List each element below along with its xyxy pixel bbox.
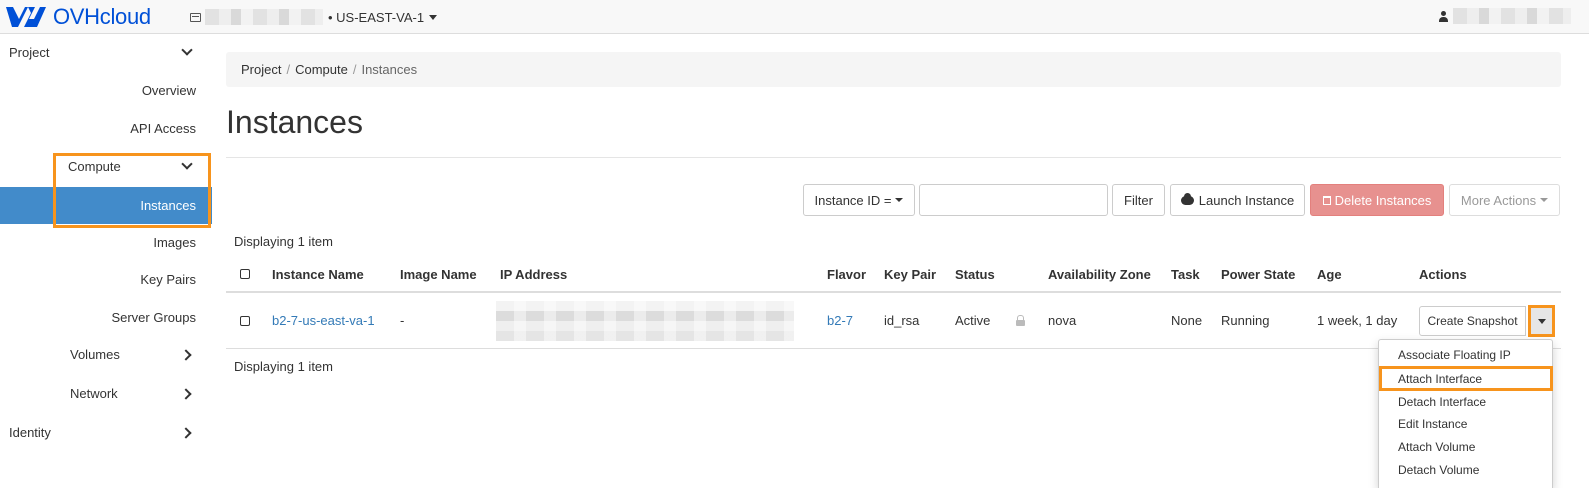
sidebar-item-label: Project xyxy=(9,45,50,60)
sidebar-item-label: Key Pairs xyxy=(140,272,196,287)
cloud-upload-icon xyxy=(1180,192,1194,205)
filter-field-label: Instance ID = xyxy=(814,192,892,208)
column-header-name[interactable]: Instance Name xyxy=(272,257,364,291)
column-header-status[interactable]: Status xyxy=(955,257,995,291)
status-cell: Active xyxy=(955,313,991,328)
caret-down-icon xyxy=(1540,198,1549,202)
flavor-link[interactable]: b2-7 xyxy=(827,293,853,348)
column-header-flavor[interactable]: Flavor xyxy=(827,257,866,291)
create-snapshot-label: Create Snapshot xyxy=(1427,314,1518,328)
sidebar-item-project[interactable]: Project xyxy=(0,34,212,71)
sidebar-item-server-groups[interactable]: Server Groups xyxy=(0,299,212,336)
user-icon xyxy=(1439,10,1448,22)
brand-name: OVHcloud xyxy=(53,4,151,29)
sidebar-item-label: Server Groups xyxy=(111,310,196,325)
sidebar-item-identity[interactable]: Identity xyxy=(0,414,212,451)
table-header: Instance Name Image Name IP Address Flav… xyxy=(226,257,1561,293)
column-header-ip[interactable]: IP Address xyxy=(500,257,567,291)
sidebar-item-label: Network xyxy=(70,386,118,401)
breadcrumb-current: Instances xyxy=(361,62,418,77)
trash-icon xyxy=(1322,195,1331,205)
item-count-bottom: Displaying 1 item xyxy=(234,359,333,374)
zone-cell: nova xyxy=(1048,313,1077,328)
sidebar-item-label: API Access xyxy=(130,121,196,136)
title-divider xyxy=(226,157,1561,158)
sidebar-item-images[interactable]: Images xyxy=(0,224,212,261)
sidebar-item-key-pairs[interactable]: Key Pairs xyxy=(0,261,212,298)
create-snapshot-button[interactable]: Create Snapshot xyxy=(1419,306,1526,336)
key-pair-cell: id_rsa xyxy=(884,313,920,328)
table-row: b2-7-us-east-va-1 - b2-7 id_rsa Active n… xyxy=(226,293,1561,349)
sidebar-item-label: Volumes xyxy=(70,347,120,362)
column-header-power[interactable]: Power State xyxy=(1221,257,1295,291)
image-name-cell: - xyxy=(400,313,405,328)
caret-down-icon xyxy=(429,14,438,20)
chevron-right-icon xyxy=(180,388,192,400)
chevron-right-icon xyxy=(180,349,192,361)
breadcrumb-separator: / xyxy=(286,62,291,77)
user-menu[interactable] xyxy=(1439,8,1571,24)
sidebar-item-label: Overview xyxy=(141,83,196,98)
compute-highlight-box xyxy=(53,153,211,228)
more-actions-button[interactable]: More Actions xyxy=(1449,184,1560,216)
caret-down-icon xyxy=(1537,318,1546,324)
instance-name-link[interactable]: b2-7-us-east-va-1 xyxy=(272,293,375,348)
caret-down-icon xyxy=(895,198,904,202)
filter-button-label: Filter xyxy=(1124,192,1153,208)
breadcrumb-separator: / xyxy=(352,62,357,77)
menu-item-attach-interface[interactable]: Attach Interface xyxy=(1379,368,1552,390)
column-header-key-pair[interactable]: Key Pair xyxy=(884,257,936,291)
ovh-logo-icon xyxy=(6,7,46,27)
sidebar: Project Overview API Access Compute Inst… xyxy=(0,34,212,488)
select-all-checkbox[interactable] xyxy=(240,269,250,279)
menu-item-detach-volume[interactable]: Detach Volume xyxy=(1379,459,1552,481)
sidebar-item-label: Images xyxy=(153,235,196,250)
sidebar-item-label: Identity xyxy=(9,425,51,440)
menu-item-detach-interface[interactable]: Detach Interface xyxy=(1379,391,1552,413)
breadcrumb-project[interactable]: Project xyxy=(241,62,281,77)
row-checkbox[interactable] xyxy=(240,315,250,326)
filter-field-select[interactable]: Instance ID = xyxy=(803,184,915,216)
unlock-icon xyxy=(1016,314,1025,326)
region-label: • US-EAST-VA-1 xyxy=(328,9,425,25)
row-actions-dropdown-toggle[interactable] xyxy=(1528,305,1555,337)
more-actions-label: More Actions xyxy=(1460,192,1537,208)
chevron-down-icon xyxy=(181,44,193,56)
menu-item-associate-floating-ip[interactable]: Associate Floating IP xyxy=(1379,344,1552,366)
column-header-zone[interactable]: Availability Zone xyxy=(1048,257,1151,291)
filter-input[interactable] xyxy=(919,184,1108,216)
ip-address-redacted xyxy=(496,300,794,341)
delete-instances-button[interactable]: Delete Instances xyxy=(1310,184,1444,216)
delete-instances-label: Delete Instances xyxy=(1334,192,1432,208)
top-navbar: OVHcloud • US-EAST-VA-1 xyxy=(0,0,1589,34)
project-list-icon xyxy=(190,12,201,22)
menu-item-attach-volume[interactable]: Attach Volume xyxy=(1379,436,1552,458)
filter-button[interactable]: Filter xyxy=(1112,184,1165,216)
column-header-age[interactable]: Age xyxy=(1317,257,1342,291)
breadcrumb-compute[interactable]: Compute xyxy=(295,62,348,77)
page-title: Instances xyxy=(226,104,363,140)
launch-instance-button[interactable]: Launch Instance xyxy=(1170,184,1305,216)
project-selector[interactable]: • US-EAST-VA-1 xyxy=(190,7,438,27)
brand-logo[interactable]: OVHcloud xyxy=(4,3,151,31)
row-actions-menu: Associate Floating IP Attach Interface D… xyxy=(1378,339,1553,488)
sidebar-item-overview[interactable]: Overview xyxy=(0,72,212,109)
column-header-task[interactable]: Task xyxy=(1171,257,1200,291)
item-count-top: Displaying 1 item xyxy=(234,234,333,249)
task-cell: None xyxy=(1171,313,1203,328)
chevron-right-icon xyxy=(180,427,192,439)
launch-instance-label: Launch Instance xyxy=(1198,192,1295,208)
power-state-cell: Running xyxy=(1221,313,1270,328)
sidebar-item-network[interactable]: Network xyxy=(0,375,212,412)
sidebar-item-volumes[interactable]: Volumes xyxy=(0,336,212,373)
sidebar-item-api-access[interactable]: API Access xyxy=(0,110,212,147)
column-header-image[interactable]: Image Name xyxy=(400,257,477,291)
column-header-actions: Actions xyxy=(1419,266,1467,282)
breadcrumb: Project / Compute / Instances xyxy=(226,52,1561,87)
menu-item-edit-instance[interactable]: Edit Instance xyxy=(1379,413,1552,435)
username-redacted xyxy=(1453,8,1571,24)
project-name-redacted xyxy=(205,9,323,25)
